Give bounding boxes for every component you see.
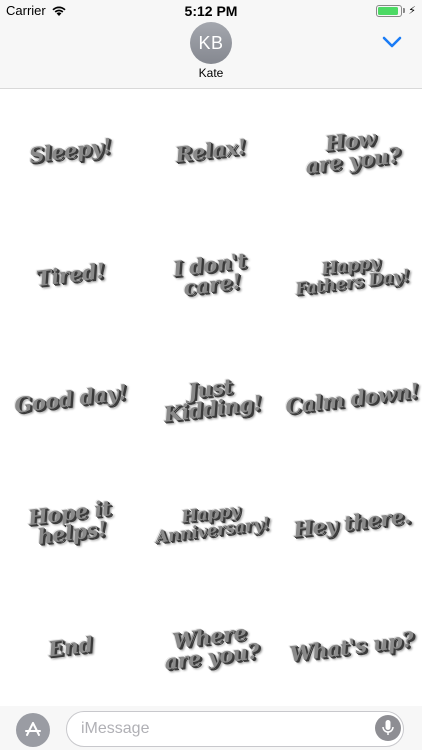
sticker-text: Just Kidding! — [161, 373, 263, 427]
sticker-text: Calm down! — [283, 377, 420, 420]
sticker-item[interactable]: How are you? — [281, 89, 422, 213]
sticker-text: Sleepy! — [27, 133, 113, 168]
sticker-item[interactable]: What's up? — [281, 585, 422, 709]
chevron-down-icon[interactable] — [382, 34, 402, 50]
sticker-item[interactable]: Happy Fathers Day! — [281, 213, 422, 337]
bolt-icon: ⚡ — [408, 5, 416, 17]
sticker-item[interactable]: I don't care! — [141, 213, 282, 337]
sticker-text: End — [46, 631, 94, 662]
sticker-item[interactable]: Sleepy! — [0, 89, 141, 213]
app-store-icon — [25, 722, 41, 736]
contact-name[interactable]: Kate — [0, 66, 422, 80]
conversation-header: KB Kate — [0, 22, 422, 89]
sticker-item[interactable]: Calm down! — [281, 337, 422, 461]
sticker-text: What's up? — [288, 626, 416, 667]
battery-level — [378, 6, 398, 15]
sticker-item[interactable]: Hey there. — [281, 461, 422, 585]
sticker-item[interactable]: Relax! — [141, 89, 282, 213]
sticker-item[interactable]: Hope it helps! — [0, 461, 141, 585]
status-bar: Carrier 5:12 PM ⚡ — [0, 0, 422, 22]
battery-cap — [403, 8, 406, 13]
message-field[interactable]: iMessage — [66, 711, 404, 747]
clock: 5:12 PM — [184, 3, 238, 19]
sticker-text: Good day! — [12, 379, 128, 418]
app-store-button[interactable] — [16, 713, 50, 747]
sticker-text: Happy Anniversary! — [153, 500, 271, 548]
sticker-grid: Sleepy! Relax! How are you? Tired! I don't c… — [0, 89, 422, 709]
battery-indicator: ⚡ — [376, 4, 416, 17]
sticker-item[interactable]: End — [0, 585, 141, 709]
sticker-text: Hope it helps! — [26, 495, 112, 550]
sticker-text: How are you? — [304, 125, 402, 179]
microphone-icon — [382, 720, 394, 735]
sticker-item[interactable]: Happy Anniversary! — [141, 461, 282, 585]
sticker-text: Relax! — [174, 133, 248, 168]
sticker-item[interactable]: Good day! — [0, 337, 141, 461]
microphone-button[interactable] — [375, 715, 401, 741]
sticker-text: Hey there. — [291, 502, 412, 543]
sticker-item[interactable]: Tired! — [0, 213, 141, 337]
message-input-bar: iMessage — [0, 706, 422, 750]
sticker-item[interactable]: Just Kidding! — [141, 337, 282, 461]
sticker-item[interactable]: Where are you? — [141, 585, 282, 709]
battery-icon — [376, 4, 403, 17]
sticker-text: I don't care! — [171, 247, 248, 301]
sticker-text: Where are you? — [163, 619, 261, 675]
avatar[interactable]: KB — [190, 22, 232, 64]
sticker-text: Happy Fathers Day! — [294, 252, 411, 300]
sticker-text: Tired! — [34, 257, 107, 292]
